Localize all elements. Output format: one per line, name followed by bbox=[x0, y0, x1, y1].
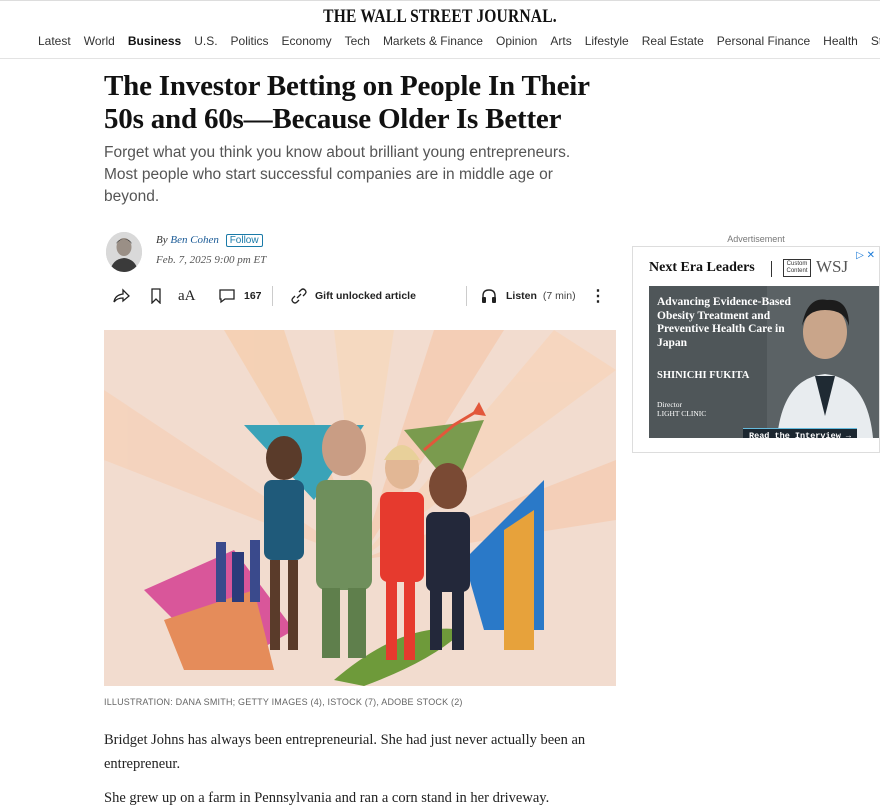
listen-button[interactable]: Listen (7 min) bbox=[480, 284, 576, 308]
ad-panel[interactable]: Advancing Evidence-Based Obesity Treatme… bbox=[649, 286, 879, 438]
ad-person-role: Director LIGHT CLINIC bbox=[657, 400, 706, 418]
ad-custom-content: Custom Content bbox=[783, 259, 811, 277]
nav-item-lifestyle[interactable]: Lifestyle bbox=[585, 34, 629, 48]
link-icon bbox=[291, 288, 307, 304]
article-dek: Forget what you think you know about bri… bbox=[104, 144, 571, 205]
ad-divider bbox=[771, 261, 772, 277]
ad-read-interview-button[interactable]: Read the Interview → bbox=[743, 428, 858, 438]
follow-button[interactable]: Follow bbox=[225, 234, 263, 247]
toolbar-divider bbox=[272, 286, 273, 306]
bookmark-icon[interactable] bbox=[150, 284, 162, 308]
ad-person-name: SHINICHI FUKITA bbox=[657, 370, 750, 381]
image-caption: ILLUSTRATION: DANA SMITH; GETTY IMAGES (… bbox=[104, 697, 463, 707]
nav-item-opinion[interactable]: Opinion bbox=[496, 34, 537, 48]
ad-person-org: LIGHT CLINIC bbox=[657, 409, 707, 418]
body-paragraph: She grew up on a farm in Pennsylvania an… bbox=[104, 790, 550, 806]
ad-wsj-logo: WSJ bbox=[816, 257, 849, 276]
gift-article-label: Gift unlocked article bbox=[315, 290, 416, 302]
ad-choices-icon[interactable]: ▷ ✕ bbox=[856, 250, 875, 261]
sidebar-ad[interactable]: ▷ ✕ Next Era Leaders Custom Content WSJ … bbox=[632, 246, 880, 453]
byline: By Ben Cohen Follow bbox=[156, 234, 263, 247]
nav-item-arts[interactable]: Arts bbox=[550, 34, 571, 48]
article-toolbar: aA 167 Gift unlocked article Listen (7 m… bbox=[112, 284, 612, 308]
nav-item-real-estate[interactable]: Real Estate bbox=[642, 34, 704, 48]
nav-item-world[interactable]: World bbox=[84, 34, 115, 48]
text-size-icon[interactable]: aA bbox=[178, 284, 196, 308]
nav-item-politics[interactable]: Politics bbox=[231, 34, 269, 48]
headphones-icon bbox=[482, 289, 496, 303]
more-options-icon[interactable]: ⋮ bbox=[590, 284, 606, 308]
nav-item-business[interactable]: Business bbox=[128, 34, 181, 48]
hero-illustration bbox=[104, 330, 616, 686]
nav-item-economy[interactable]: Economy bbox=[282, 34, 332, 48]
masthead-logo[interactable]: THE WALL STREET JOURNAL. bbox=[79, 6, 801, 28]
nav-item-tech[interactable]: Tech bbox=[345, 34, 370, 48]
toolbar-divider bbox=[466, 286, 467, 306]
comments-button[interactable]: 167 bbox=[218, 284, 262, 308]
author-avatar[interactable] bbox=[106, 232, 142, 272]
listen-label: Listen bbox=[506, 290, 537, 302]
nav-item-personal-finance[interactable]: Personal Finance bbox=[717, 34, 810, 48]
article-headline: The Investor Betting on People In Their … bbox=[104, 70, 590, 135]
body-paragraph: Bridget Johns has always been entreprene… bbox=[104, 732, 586, 772]
ad-headline: Advancing Evidence-Based Obesity Treatme… bbox=[657, 296, 791, 349]
author-link[interactable]: Ben Cohen bbox=[170, 234, 219, 246]
ad-brand-title: Next Era Leaders bbox=[649, 260, 755, 275]
comments-count: 167 bbox=[244, 290, 262, 302]
nav-item-markets-finance[interactable]: Markets & Finance bbox=[383, 34, 483, 48]
nav-item-health[interactable]: Health bbox=[823, 34, 858, 48]
byline-prefix: By bbox=[156, 234, 168, 246]
gift-article-button[interactable]: Gift unlocked article bbox=[290, 284, 416, 308]
nav-item-latest[interactable]: Latest bbox=[38, 34, 71, 48]
comment-icon bbox=[219, 289, 235, 304]
section-nav: Latest World Business U.S. Politics Economy Te… bbox=[0, 34, 880, 59]
share-icon[interactable] bbox=[112, 284, 130, 308]
advertisement-label: Advertisement bbox=[727, 234, 785, 244]
publish-date: Feb. 7, 2025 9:00 pm ET bbox=[156, 254, 267, 266]
nav-item-u-s[interactable]: U.S. bbox=[194, 34, 217, 48]
ad-person-title: Director bbox=[657, 400, 682, 409]
top-border bbox=[0, 0, 880, 1]
nav-item-st[interactable]: St bbox=[871, 34, 880, 48]
listen-duration: (7 min) bbox=[542, 290, 576, 302]
